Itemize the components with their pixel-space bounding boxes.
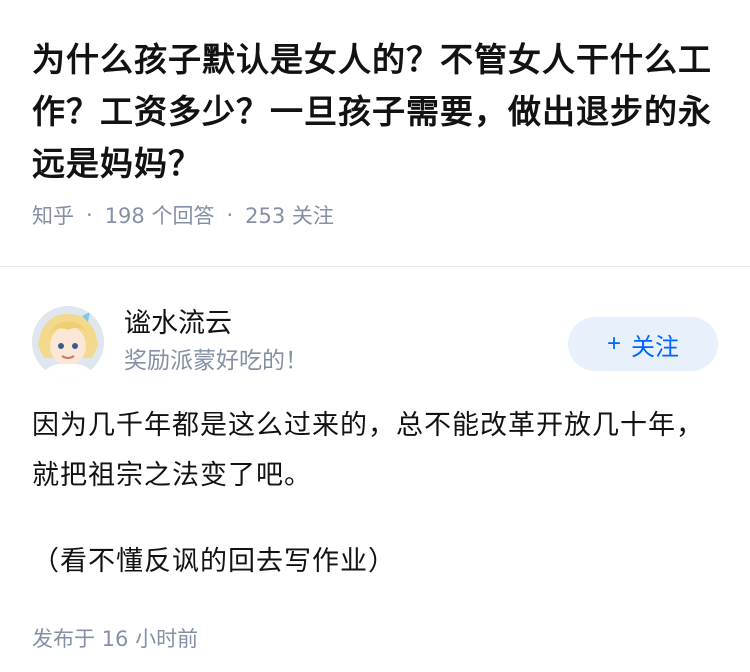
question-header: 为什么孩子默认是女人的？不管女人干什么工作？工资多少？一旦孩子需要，做出退步的永… bbox=[0, 0, 750, 230]
answer-content: 因为几千年都是这么过来的，总不能改革开放几十年，就把祖宗之法变了吧。 （看不懂反… bbox=[32, 401, 718, 587]
author-info: 谧水流云 奖励派蒙好吃的！ bbox=[124, 307, 568, 378]
answer-count[interactable]: 198 个回答 bbox=[105, 200, 215, 230]
answer-card: 谧水流云 奖励派蒙好吃的！ + 关注 因为几千年都是这么过来的，总不能改革开放几… bbox=[0, 305, 750, 653]
avatar[interactable] bbox=[32, 306, 104, 378]
anime-character-avatar-icon bbox=[32, 306, 104, 378]
meta-separator: · bbox=[226, 203, 234, 227]
plus-icon: + bbox=[606, 330, 621, 357]
follow-button[interactable]: + 关注 bbox=[568, 317, 718, 371]
question-meta: 知乎 · 198 个回答 · 253 关注 bbox=[32, 200, 718, 230]
source-label[interactable]: 知乎 bbox=[32, 200, 74, 230]
answer-paragraph: （看不懂反讽的回去写作业） bbox=[32, 546, 396, 577]
author-name[interactable]: 谧水流云 bbox=[124, 307, 568, 341]
publish-time: 发布于 16 小时前 bbox=[32, 627, 199, 651]
follow-count: 253 关注 bbox=[245, 204, 334, 228]
divider bbox=[0, 266, 750, 267]
question-title[interactable]: 为什么孩子默认是女人的？不管女人干什么工作？工资多少？一旦孩子需要，做出退步的永… bbox=[32, 34, 718, 190]
meta-separator: · bbox=[86, 203, 93, 227]
author-signature: 奖励派蒙好吃的！ bbox=[124, 347, 308, 374]
author-row: 谧水流云 奖励派蒙好吃的！ + 关注 bbox=[32, 305, 718, 379]
follow-button-label: 关注 bbox=[631, 333, 679, 361]
answer-paragraph: 因为几千年都是这么过来的，总不能改革开放几十年，就把祖宗之法变了吧。 bbox=[32, 410, 704, 491]
